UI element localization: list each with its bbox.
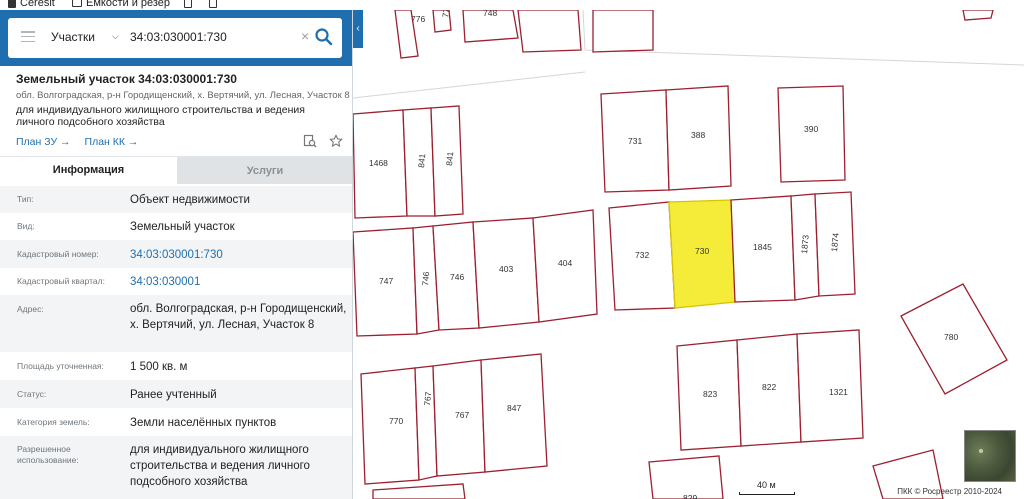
parcel-label-selected: 730 — [695, 246, 709, 256]
page-icon — [184, 0, 192, 8]
parcel-label: 767 — [455, 410, 469, 420]
star-icon[interactable] — [329, 134, 343, 148]
satellite-layer-toggle[interactable] — [964, 430, 1016, 482]
minimap-marker — [979, 449, 983, 453]
search-box: Участки ⌵ × — [8, 18, 342, 58]
parcel-label: 403 — [499, 264, 513, 274]
parcel-label: 746 — [450, 272, 464, 282]
page-icon — [209, 0, 217, 8]
tab-bar: Информация Услуги — [0, 157, 352, 184]
info-row-permitted-use: Разрешенное использование: для индивидуа… — [0, 436, 352, 499]
bookmark-ceresit[interactable]: Ceresit — [8, 0, 55, 10]
plan-zu-link[interactable]: План ЗУ → — [16, 136, 71, 148]
scale-bar — [739, 492, 795, 495]
clear-icon[interactable]: × — [301, 29, 309, 43]
parcel-label: 1874 — [829, 232, 841, 252]
search-bar: Участки ⌵ × — [0, 10, 352, 66]
parcel-label: 1321 — [829, 387, 848, 397]
map-copyright: ПКК © Росреестр 2010-2024 — [897, 487, 1002, 496]
parcel-label: 390 — [804, 124, 818, 134]
object-tools — [303, 134, 343, 148]
search-icon[interactable] — [314, 27, 334, 47]
info-row-cadastral-number: Кадастровый номер: 34:03:030001:730 — [0, 240, 352, 268]
parcel-top-4 — [517, 10, 582, 53]
parcel-label: 780 — [944, 332, 958, 342]
parcel-label: 770 — [389, 416, 403, 426]
parcel-bottom-left — [372, 483, 466, 499]
search-input[interactable] — [130, 26, 300, 48]
folder-icon — [72, 0, 82, 7]
parcel-label: 829 — [683, 493, 697, 499]
cadastral-number-link[interactable]: 34:03:030001:730 — [130, 247, 348, 263]
parcel-top-5 — [592, 10, 654, 53]
parcel-label: 1468 — [369, 158, 388, 168]
bookmark-page-1[interactable] — [184, 0, 192, 10]
parcel-label: 746 — [420, 271, 431, 286]
bookmark-emkosti[interactable]: Ёмкости и резер — [72, 0, 170, 10]
info-row-area: Площадь уточненная: 1 500 кв. м — [17, 361, 188, 373]
parcel-label: 1845 — [753, 242, 772, 252]
parcel-label: 841 — [416, 153, 427, 168]
parcel-label: 732 — [635, 250, 649, 260]
cadastral-quarter-link[interactable]: 34:03:030001 — [130, 274, 348, 290]
object-purpose: для индивидуального жилищного строительс… — [16, 104, 305, 128]
object-address: обл. Волгоградская, р-н Городищенский, х… — [16, 90, 350, 101]
parcel-label: 1873 — [799, 234, 811, 254]
plan-links: План ЗУ → План КК → — [16, 136, 138, 148]
collapse-panel-button[interactable]: ‹ — [353, 8, 363, 48]
map-canvas[interactable]: 776 776 748 731 388 390 1468 841 841 747… — [353, 10, 1024, 499]
parcel-390 — [777, 85, 846, 183]
chevron-down-icon[interactable]: ⌵ — [112, 31, 119, 42]
parcel-label: 731 — [628, 136, 642, 146]
info-panel: Участки ⌵ × Земельный участок 34:03:0300… — [0, 10, 353, 499]
info-row-address: Адрес: обл. Волгоградская, р-н Городищен… — [0, 295, 352, 352]
cadastral-map[interactable]: 776 776 748 731 388 390 1468 841 841 747… — [353, 10, 1024, 499]
app-icon — [8, 0, 16, 8]
parcel-label: 822 — [762, 382, 776, 392]
tab-info[interactable]: Информация — [0, 157, 177, 184]
info-row-cadastral-quarter: Кадастровый квартал: 34:03:030001 — [0, 268, 352, 295]
parcel-label: 388 — [691, 130, 705, 140]
parcel-label: 747 — [379, 276, 393, 286]
info-row-type: Тип: Объект недвижимости — [0, 186, 352, 213]
bookmarks-bar: Ceresit Ёмкости и резер — [0, 0, 1024, 10]
parcel-label: 847 — [507, 403, 521, 413]
info-row-land-category: Категория земель: Земли населённых пункт… — [17, 417, 277, 429]
bookmark-page-2[interactable] — [209, 0, 217, 10]
parcel-label: 767 — [422, 391, 433, 406]
info-row-kind: Вид: Земельный участок — [17, 221, 235, 233]
object-title: Земельный участок 34:03:030001:730 — [16, 72, 237, 86]
parcel-label: 748 — [483, 10, 497, 18]
info-row-status: Статус: Ранее учтенный — [0, 380, 352, 408]
screen-root: { "bookmarks": { "items": [ {"label": "C… — [0, 0, 1024, 499]
parcel-label: 841 — [444, 151, 455, 166]
map-scale: 40 м — [739, 480, 795, 495]
doc-search-icon[interactable] — [303, 134, 317, 148]
parcel-label: 776 — [411, 14, 425, 24]
menu-icon[interactable] — [21, 31, 35, 43]
tab-services[interactable]: Услуги — [177, 157, 352, 184]
plan-kk-link[interactable]: План КК → — [85, 136, 139, 148]
parcel-top-6 — [962, 10, 994, 21]
parcel-770 — [360, 367, 420, 485]
parcel-847 — [480, 353, 548, 473]
parcel-1321 — [796, 329, 864, 443]
parcel-label: 776 — [440, 10, 452, 18]
search-type-select[interactable]: Участки — [51, 30, 95, 44]
parcel-label: 404 — [558, 258, 572, 268]
parcel-label: 823 — [703, 389, 717, 399]
